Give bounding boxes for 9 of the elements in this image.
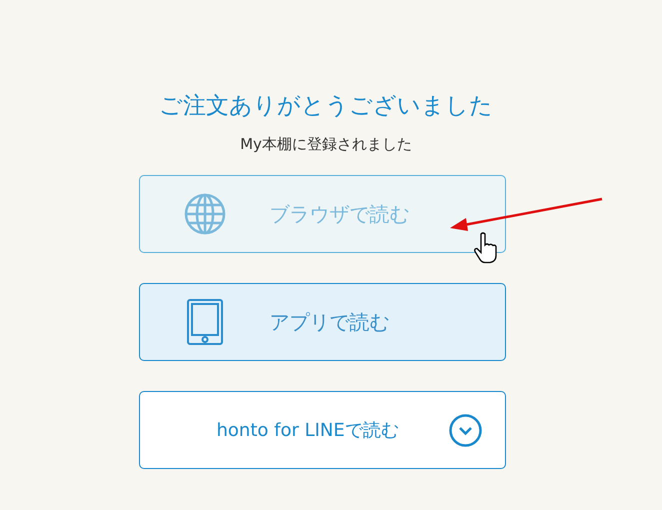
chevron-down-icon bbox=[449, 414, 482, 446]
read-with-line-button[interactable]: honto for LINEで読む bbox=[138, 391, 506, 469]
tablet-icon bbox=[186, 299, 222, 345]
subtitle: My本棚に登録されました bbox=[240, 135, 412, 154]
globe-icon bbox=[184, 193, 226, 235]
read-in-browser-button[interactable]: ブラウザで読む bbox=[138, 175, 506, 253]
read-in-app-button[interactable]: アプリで読む bbox=[138, 283, 506, 361]
hand-cursor-icon bbox=[474, 232, 498, 264]
page-title: ご注文ありがとうございました bbox=[159, 92, 493, 121]
